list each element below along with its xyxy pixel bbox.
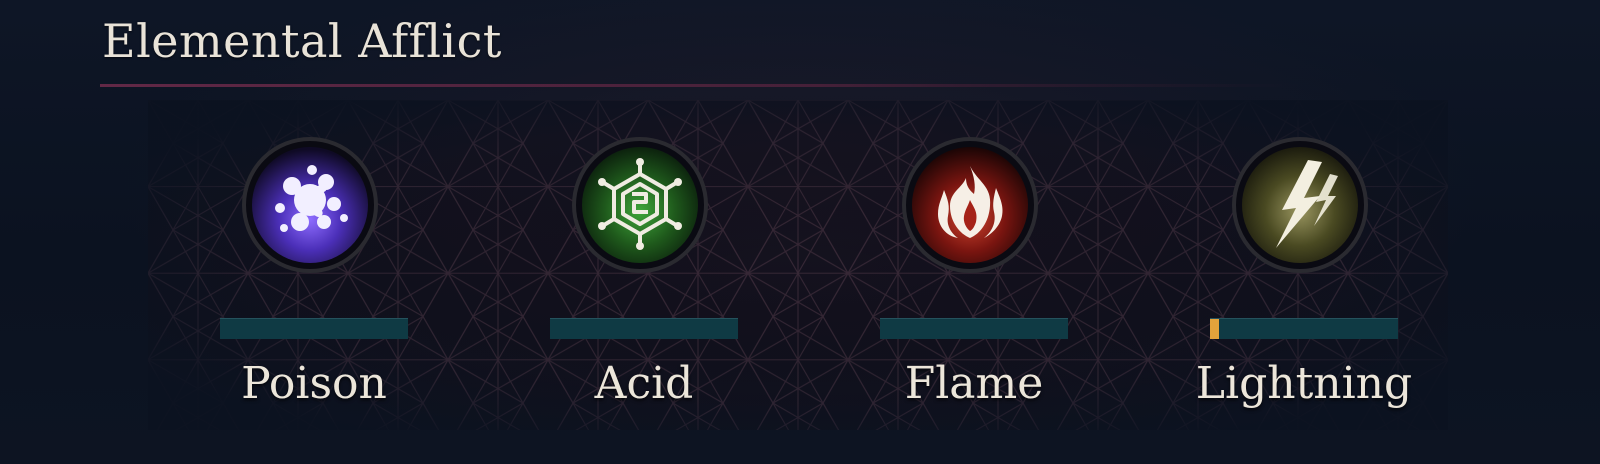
lightning-buildup-fill: [1210, 319, 1220, 339]
affliction-lightning: Lightning: [1170, 130, 1430, 430]
acid-hexagon-icon: [572, 137, 708, 273]
poison-label: Poison: [241, 358, 387, 409]
flame-icon: [902, 137, 1038, 273]
title-divider: [100, 84, 1300, 87]
lightning-orb: [1230, 130, 1370, 280]
acid-label: Acid: [594, 358, 694, 409]
flame-orb: [900, 130, 1040, 280]
affliction-poison: Poison: [180, 130, 440, 430]
affliction-flame: Flame: [840, 130, 1100, 430]
affliction-acid: Acid: [510, 130, 770, 430]
elemental-afflict-panel: Elemental Afflict Poison Acid Flame Ligh…: [0, 0, 1600, 464]
poison-splatter-icon: [242, 137, 378, 273]
panel-title: Elemental Afflict: [102, 14, 502, 68]
lightning-bolt-icon: [1232, 137, 1368, 273]
flame-buildup-bar: [880, 318, 1068, 339]
lightning-label: Lightning: [1195, 358, 1413, 409]
poison-orb: [240, 130, 380, 280]
lightning-buildup-bar: [1210, 318, 1398, 339]
acid-orb: [570, 130, 710, 280]
poison-buildup-bar: [220, 318, 408, 339]
flame-label: Flame: [904, 358, 1044, 409]
acid-buildup-bar: [550, 318, 738, 339]
